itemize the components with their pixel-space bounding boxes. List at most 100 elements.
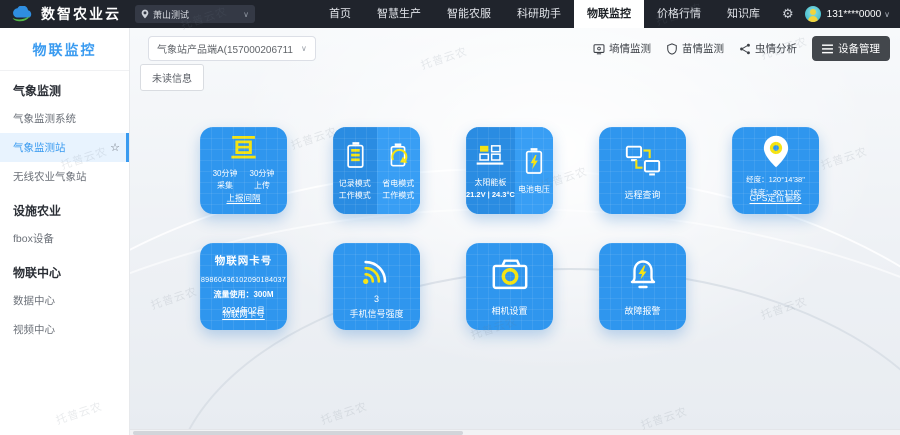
iot-card-link[interactable]: 物联网卡号: [222, 309, 265, 319]
action-label: 苗情监测: [682, 41, 724, 56]
sidebar-item-label: 气象监测系统: [13, 111, 76, 126]
nav-item-home[interactable]: 首页: [316, 0, 364, 28]
toolbar-actions: 墒情监测 苗情监测 虫情分析: [593, 36, 890, 61]
nav-item-iot-monitoring[interactable]: 物联监控: [574, 0, 644, 28]
mode-title: 省电模式: [382, 178, 414, 190]
remote-query-tile[interactable]: 远程查询: [599, 127, 686, 214]
pest-analysis-button[interactable]: 虫情分析: [739, 41, 797, 56]
upload-value: 30分钟: [250, 168, 275, 180]
unread-messages-button[interactable]: 未读信息: [140, 64, 204, 91]
brand-title: 数智农业云: [41, 4, 121, 24]
user-phone[interactable]: 131****0000: [827, 9, 882, 20]
remote-query-label: 远程查询: [599, 188, 686, 201]
horizontal-scrollbar[interactable]: [130, 429, 900, 435]
sidebar-item-label: 气象监测站: [13, 140, 66, 155]
share-nodes-icon: [739, 43, 751, 55]
gps-longitude: 经度：120°14'38": [746, 174, 805, 185]
fault-alarm-tile[interactable]: 故障报警: [599, 243, 686, 330]
app-window: 数智农业云 萧山测试 ∨ 首页 智慧生产 智能农服 科研助手 物联监控 价格行情…: [0, 0, 900, 435]
device-select-value: 气象站产品端A(157000206711: [157, 41, 293, 56]
sidebar-item-label: 视频中心: [13, 322, 55, 337]
power-tile[interactable]: 太阳能板 21.2V | 24.3°C 电池电压: [466, 127, 553, 214]
sidebar-item-weather-system[interactable]: 气象监测系统: [0, 104, 129, 133]
sidebar-item-wireless-weather-station[interactable]: 无线农业气象站: [0, 162, 129, 191]
action-label: 设备管理: [838, 41, 880, 56]
battery-voltage-label: 电池电压: [518, 184, 550, 196]
battery-record-icon: [343, 140, 367, 170]
settings-gear-icon[interactable]: ⚙: [773, 6, 803, 22]
solar-panel-label: 太阳能板 21.2V | 24.3°C: [466, 177, 515, 201]
nav-item-smart-agri-service[interactable]: 智能农服: [434, 0, 504, 28]
camera-settings-tile[interactable]: 相机设置: [466, 243, 553, 330]
location-pin-icon: [141, 9, 149, 19]
iot-card-number: 89860436102090184037: [201, 275, 286, 284]
signal-tile[interactable]: 3 手机信号强度: [333, 243, 420, 330]
iot-card-usage: 流量使用：300M: [213, 289, 273, 300]
work-mode-tile[interactable]: 记录模式 工作模式 省电模式 工作模式: [333, 127, 420, 214]
sidebar-item-data-center[interactable]: 数据中心: [0, 286, 129, 315]
report-interval-link[interactable]: 上报间隔: [226, 193, 260, 203]
sidebar-section-facility-agri: 设施农业: [0, 191, 129, 224]
location-select-value: 萧山测试: [153, 8, 189, 21]
sidebar: 物联监控 气象监测 气象监测系统 气象监测站 ☆ 无线农业气象站 设施农业 fb…: [0, 28, 130, 435]
soil-moisture-monitor-button[interactable]: 墒情监测: [593, 41, 651, 56]
fault-alarm-label: 故障报警: [599, 304, 686, 317]
iot-card-tile[interactable]: 物联网卡号 89860436102090184037 流量使用：300M 202…: [200, 243, 287, 330]
gps-tile[interactable]: 经度：120°14'38" 纬度：30°1'16" GPS定位偏移: [732, 127, 819, 214]
mode-sub: 工作模式: [382, 191, 414, 200]
nav-item-smart-production[interactable]: 智慧生产: [364, 0, 434, 28]
wifi-signal-icon: [358, 255, 396, 287]
gps-offset-link[interactable]: GPS定位偏移: [750, 193, 802, 203]
star-icon[interactable]: ☆: [110, 141, 120, 154]
device-select[interactable]: 气象站产品端A(157000206711 ∨: [148, 36, 316, 61]
sidebar-item-label: 无线农业气象站: [13, 169, 87, 184]
gps-pin-icon: [759, 134, 793, 170]
sidebar-title: 物联监控: [0, 28, 129, 71]
seedling-monitor-button[interactable]: 苗情监测: [666, 41, 724, 56]
solar-panel-half[interactable]: 太阳能板 21.2V | 24.3°C: [466, 127, 515, 214]
menu-lines-icon: [822, 44, 833, 54]
chevron-down-icon: ∨: [301, 44, 307, 53]
nav-item-price-market[interactable]: 价格行情: [644, 0, 714, 28]
nav-item-knowledge-base[interactable]: 知识库: [714, 0, 773, 28]
mode-sub: 工作模式: [339, 191, 371, 200]
power-save-mode-label: 省电模式 工作模式: [382, 178, 414, 202]
report-interval-tile[interactable]: 亘 30分钟 采集 30分钟 上传 上报间隔: [200, 127, 287, 214]
action-label: 虫情分析: [755, 41, 797, 56]
content-toolbar: 气象站产品端A(157000206711 ∨ 墒情监测: [148, 36, 890, 61]
sidebar-section-weather: 气象监测: [0, 71, 129, 104]
power-save-mode-half[interactable]: 省电模式 工作模式: [377, 127, 421, 214]
sidebar-item-fbox-device[interactable]: fbox设备: [0, 224, 129, 253]
battery-voltage-icon: [522, 146, 546, 176]
sidebar-item-weather-station[interactable]: 气象监测站 ☆: [0, 133, 129, 162]
chevron-down-icon: ∨: [243, 10, 249, 19]
sidebar-item-label: fbox设备: [13, 231, 54, 246]
nav-item-research-assistant[interactable]: 科研助手: [504, 0, 574, 28]
interval-icon: 亘: [230, 135, 256, 161]
main-content: 气象站产品端A(157000206711 ∨ 墒情监测: [130, 28, 900, 435]
remote-devices-icon: [623, 142, 663, 180]
scrollbar-thumb[interactable]: [133, 431, 463, 435]
soil-moisture-icon: [593, 43, 605, 55]
camera-settings-label: 相机设置: [466, 304, 553, 317]
battery-ecycle-icon: [384, 140, 412, 170]
user-avatar[interactable]: [805, 6, 821, 22]
sidebar-item-video-center[interactable]: 视频中心: [0, 315, 129, 344]
iot-card-title: 物联网卡号: [215, 253, 273, 268]
sidebar-item-label: 数据中心: [13, 293, 55, 308]
location-select[interactable]: 萧山测试 ∨: [135, 5, 255, 23]
top-navbar: 数智农业云 萧山测试 ∨ 首页 智慧生产 智能农服 科研助手 物联监控 价格行情…: [0, 0, 900, 28]
battery-voltage-half[interactable]: 电池电压: [515, 127, 553, 214]
solar-panel-icon: [475, 141, 505, 169]
record-mode-label: 记录模式 工作模式: [339, 178, 371, 202]
user-menu-chevron-icon[interactable]: ∨: [884, 10, 890, 19]
brand-logo-icon: [10, 6, 34, 23]
device-manage-button[interactable]: 设备管理: [812, 36, 890, 61]
solar-label: 太阳能板: [466, 177, 515, 189]
collect-value: 30分钟: [213, 168, 238, 180]
signal-label: 手机信号强度: [333, 307, 420, 320]
tiles-row-1: 亘 30分钟 采集 30分钟 上传 上报间隔: [200, 127, 819, 214]
record-mode-half[interactable]: 记录模式 工作模式: [333, 127, 377, 214]
alarm-bell-icon: [625, 258, 661, 294]
action-label: 墒情监测: [609, 41, 651, 56]
